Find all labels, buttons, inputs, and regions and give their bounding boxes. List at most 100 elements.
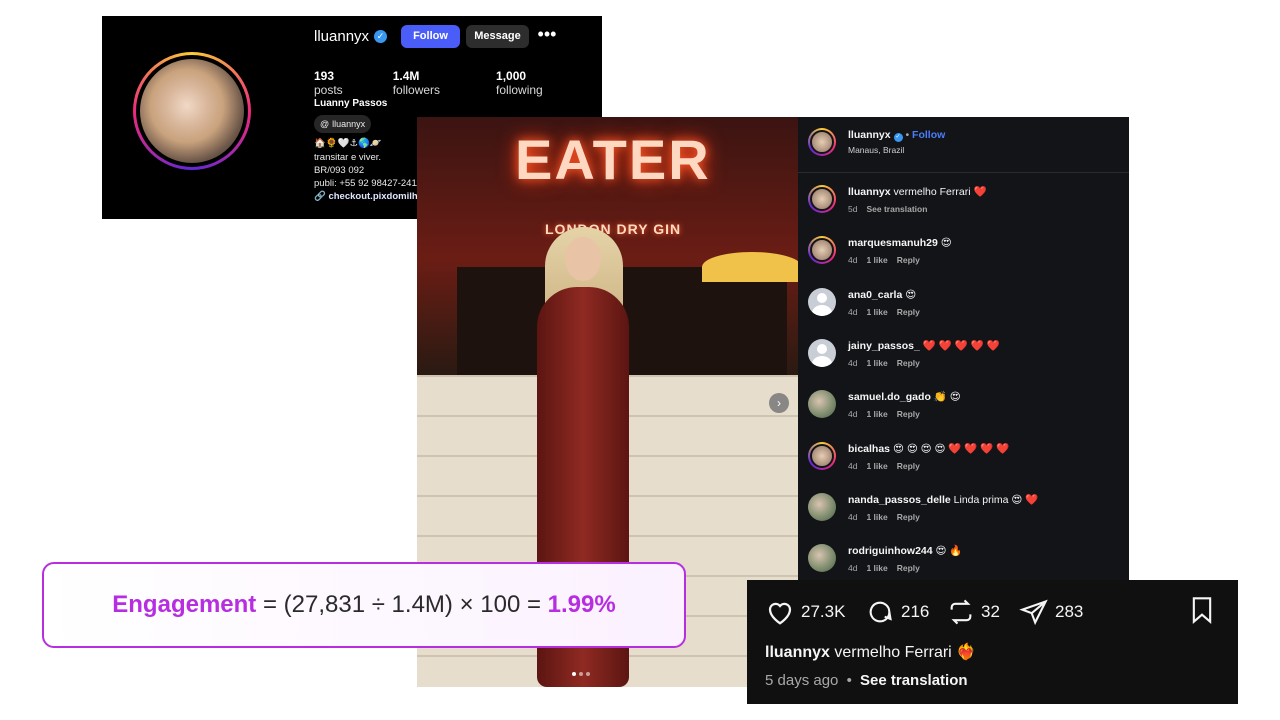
comment-text: ❤️ ❤️ ❤️ ❤️ ❤️ — [922, 339, 1000, 352]
comment-meta: 4d 1 like Reply — [848, 409, 1123, 419]
repost-action[interactable]: 32 — [947, 598, 1000, 626]
comment-likes[interactable]: 1 like — [866, 409, 887, 419]
link-icon: 🔗 — [314, 191, 329, 202]
carousel-dots — [572, 672, 590, 676]
post-header-title: lluannyx ✓ • Follow — [848, 129, 946, 142]
comment-age: 4d — [848, 306, 858, 317]
bio-line-2: BR/093 092 — [314, 165, 365, 176]
commenter-avatar[interactable] — [808, 441, 836, 470]
bio-line-1: transitar e viver. — [314, 152, 382, 163]
comment-meta: 4d 1 like Reply — [848, 255, 1123, 265]
reply-link[interactable]: Reply — [897, 307, 920, 317]
reply-link[interactable]: Reply — [897, 563, 920, 573]
commenter-avatar[interactable] — [808, 338, 836, 367]
commenter-username[interactable]: samuel.do_gado — [848, 391, 934, 403]
commenter-avatar[interactable] — [808, 287, 836, 316]
follow-button[interactable]: Follow — [401, 25, 460, 48]
repost-count: 32 — [981, 602, 1000, 621]
comment-likes[interactable]: 1 like — [866, 358, 887, 368]
comment-row: jainy_passos_ ❤️ ❤️ ❤️ ❤️ ❤️ 4d 1 like Repl… — [808, 338, 1123, 368]
comment-text: 😍 😍 😍 😍 ❤️ ❤️ ❤️ ❤️ — [892, 442, 1010, 455]
profile-avatar[interactable] — [133, 52, 251, 170]
repost-icon — [950, 599, 972, 625]
following-stat[interactable]: 1,000 following — [496, 69, 574, 97]
commenter-username[interactable]: marquesmanuh29 — [848, 237, 941, 249]
carousel-dot[interactable] — [572, 672, 576, 676]
bookmark-icon[interactable] — [1189, 596, 1215, 629]
next-photo-icon[interactable]: › — [769, 393, 789, 413]
umbrella — [702, 252, 798, 282]
bio-emojis: 🏠🌻🤍⚓🌎🪐 — [314, 138, 382, 149]
verified-badge-icon: ✓ — [893, 133, 903, 142]
comment-meta: 4d 1 like Reply — [848, 563, 1123, 573]
carousel-dot[interactable] — [579, 672, 583, 676]
caption-text: vermelho Ferrari ❤️‍🔥 — [834, 644, 977, 661]
comment-row: samuel.do_gado 👏 😍 4d 1 like Reply — [808, 390, 1123, 419]
comment-row: nanda_passos_delle Linda prima 😍 ❤️ 4d 1 l… — [808, 492, 1123, 522]
reply-link[interactable]: Reply — [897, 512, 920, 522]
comment-age: 4d — [848, 255, 858, 266]
threads-link[interactable]: @ lluannyx — [314, 115, 372, 133]
comment-text: Linda prima 😍 ❤️ — [953, 493, 1039, 506]
commenter-avatar[interactable] — [808, 390, 836, 419]
reply-link[interactable]: Reply — [897, 358, 920, 368]
comment-likes[interactable]: 1 like — [866, 307, 887, 317]
profile-full-name: Luanny Passos — [314, 98, 388, 109]
comment-icon — [869, 601, 892, 623]
commenter-username[interactable]: jainy_passos_ — [848, 340, 923, 352]
post-header: lluannyx ✓ • Follow Manaus, Brazil — [798, 117, 1129, 173]
comment-count: 216 — [901, 602, 930, 621]
comment-row: ana0_carla 😍 4d 1 like Reply — [808, 287, 1123, 317]
followers-stat[interactable]: 1.4M followers — [393, 69, 468, 97]
posts-stat[interactable]: 193 posts — [314, 69, 365, 97]
profile-username: lluannyx — [314, 28, 370, 45]
comment-likes[interactable]: 1 like — [866, 461, 887, 471]
reply-link[interactable]: Reply — [897, 255, 920, 265]
commenter-username[interactable]: nanda_passos_delle — [848, 494, 954, 506]
message-button[interactable]: Message — [466, 25, 529, 48]
like-action[interactable]: 27.3K — [765, 598, 845, 626]
profile-stats: 193 posts 1.4M followers 1,000 following — [314, 69, 602, 97]
comment-likes[interactable]: 1 like — [866, 563, 887, 573]
profile-username-row: lluannyx ✓ — [314, 28, 388, 45]
like-count: 27.3K — [801, 602, 846, 621]
caption-username[interactable]: lluannyx — [765, 644, 830, 661]
commenter-username[interactable]: lluannyx — [848, 186, 894, 198]
commenter-avatar[interactable] — [808, 185, 836, 213]
comment-row: marquesmanuh29 😍 4d 1 like Reply — [808, 236, 1123, 265]
comment-meta: 4d 1 like Reply — [848, 461, 1123, 471]
commenter-username[interactable]: bicalhas — [848, 443, 893, 455]
more-options-icon[interactable]: ••• — [537, 25, 557, 48]
comment-likes[interactable]: 1 like — [866, 512, 887, 522]
comment-age: 4d — [848, 409, 858, 420]
share-icon — [1019, 599, 1048, 626]
see-translation-link[interactable]: See translation — [860, 672, 968, 689]
see-translation-link[interactable]: See translation — [866, 204, 927, 214]
heart-icon — [768, 602, 792, 625]
reply-link[interactable]: Reply — [897, 409, 920, 419]
commenter-avatar[interactable] — [808, 544, 836, 573]
comment-text: vermelho Ferrari ❤️ — [893, 186, 987, 198]
share-action[interactable]: 283 — [1019, 598, 1083, 626]
commenter-avatar[interactable] — [808, 236, 836, 265]
comment-action[interactable]: 216 — [865, 598, 929, 626]
post-author-username[interactable]: lluannyx — [848, 129, 891, 141]
comment-text: 😍 🔥 — [935, 545, 963, 558]
engagement-result: 1.99% — [547, 591, 616, 618]
post-location[interactable]: Manaus, Brazil — [848, 145, 904, 155]
reply-link[interactable]: Reply — [897, 461, 920, 471]
commenter-username[interactable]: ana0_carla — [848, 289, 905, 301]
commenter-username[interactable]: rodriguinhow244 — [848, 545, 936, 557]
comment-age: 4d — [848, 511, 858, 522]
carousel-dot[interactable] — [586, 672, 590, 676]
neon-sign: EATER — [515, 128, 711, 191]
comment-row: lluannyx vermelho Ferrari ❤️ 5d See transl… — [808, 185, 1123, 214]
comment-meta: 5d See translation — [848, 204, 1123, 214]
post-caption: lluannyx vermelho Ferrari ❤️‍🔥 — [765, 642, 976, 662]
comment-likes[interactable]: 1 like — [866, 255, 887, 265]
commenter-avatar[interactable] — [808, 492, 836, 521]
share-count: 283 — [1055, 602, 1084, 621]
post-author-avatar[interactable] — [808, 128, 836, 156]
post-follow-button[interactable]: Follow — [912, 129, 945, 141]
comment-age: 4d — [848, 357, 858, 368]
